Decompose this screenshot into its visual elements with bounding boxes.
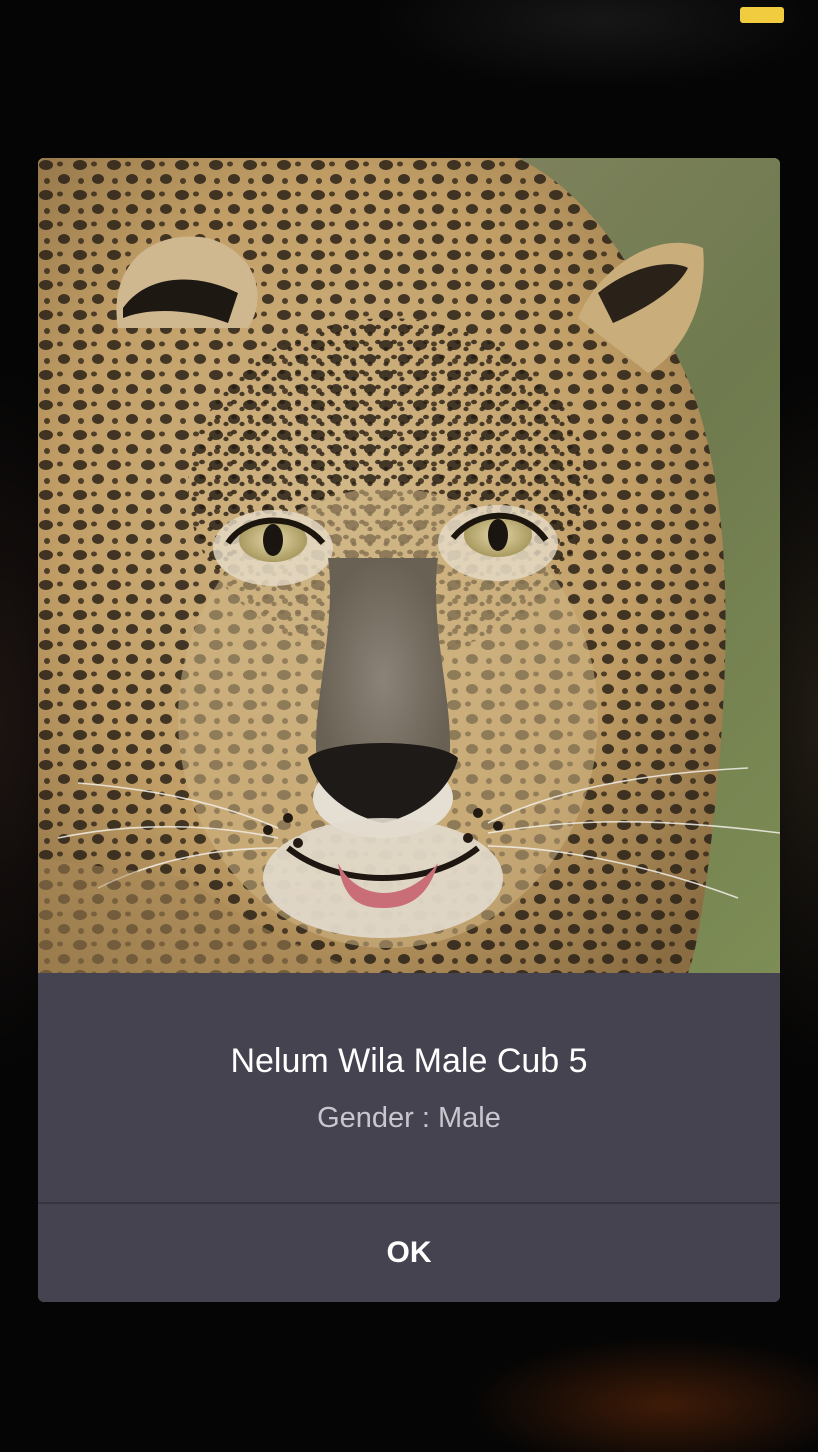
ok-button[interactable]: OK	[38, 1204, 780, 1302]
cat-detail-dialog: Nelum Wila Male Cub 5 Gender : Male OK	[38, 158, 780, 1302]
cat-gender: Gender : Male	[317, 1102, 501, 1134]
leopard-photo	[38, 158, 780, 973]
status-bar	[0, 0, 818, 30]
cat-name: Nelum Wila Male Cub 5	[230, 1042, 588, 1080]
cat-info-panel: Nelum Wila Male Cub 5 Gender : Male	[38, 973, 780, 1202]
battery-icon	[740, 7, 784, 23]
